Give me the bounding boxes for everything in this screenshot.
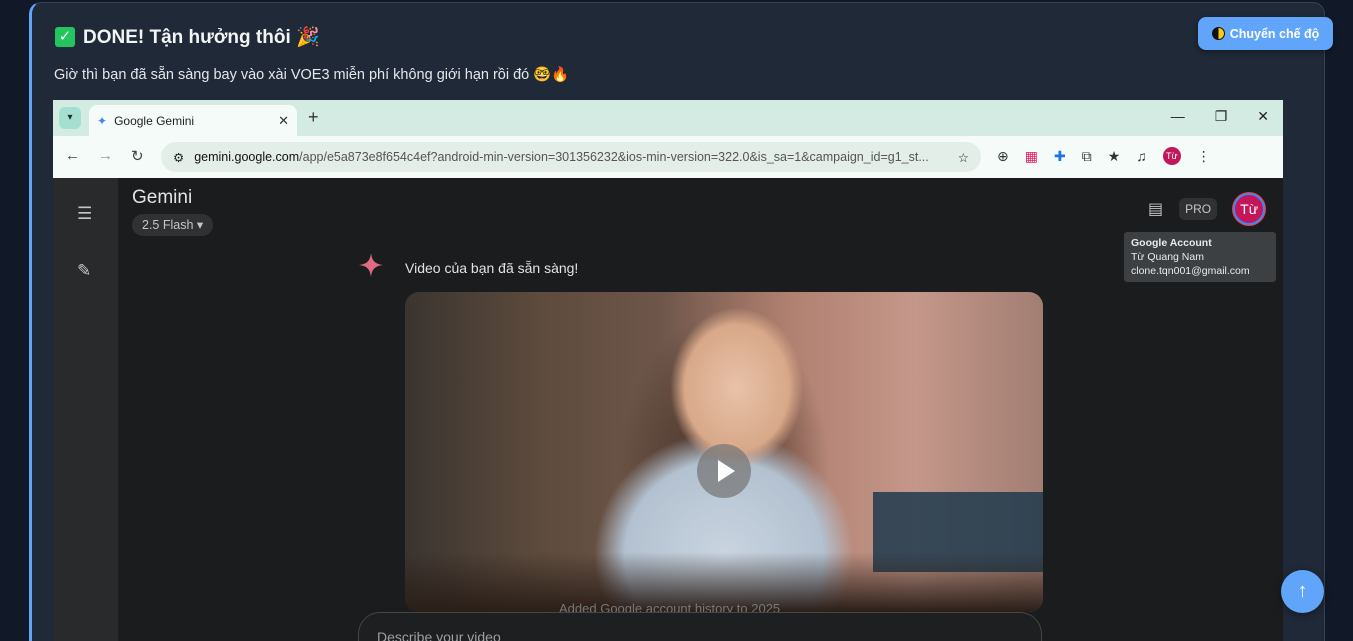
site-settings-icon[interactable]: ⚙ [173, 150, 184, 165]
pro-badge[interactable]: PRO [1179, 198, 1218, 220]
window-controls: — ❐ ✕ [1171, 108, 1269, 125]
forward-icon[interactable]: → [98, 147, 113, 164]
extension-icon[interactable]: ▦ [1025, 148, 1038, 165]
heading-text: DONE! Tận hưởng thôi 🎉 [83, 27, 320, 48]
url-text: gemini.google.com/app/e5a873e8f654c4ef?a… [194, 150, 929, 164]
new-chat-icon[interactable]: ✎ [77, 261, 91, 281]
gemini-top-actions: ▤ PRO Từ [1148, 193, 1266, 225]
browser-tab[interactable]: ✦ Google Gemini ✕ [89, 105, 297, 136]
puzzle-extension-icon[interactable]: ✚ [1054, 148, 1066, 165]
browser-screenshot: ▾ ✦ Google Gemini ✕ + — ❐ ✕ ← → ↻ ⚙ gemi… [53, 100, 1283, 641]
toggle-mode-button[interactable]: Chuyển chế độ [1198, 17, 1333, 50]
response-text: Video của bạn đã sẵn sàng! [405, 260, 579, 276]
gemini-spark-icon [359, 253, 383, 277]
play-icon [718, 460, 735, 482]
menu-more-icon[interactable]: ⋮ [1197, 148, 1211, 165]
reading-list-icon[interactable]: ★ [1108, 148, 1121, 165]
scroll-to-top-button[interactable]: ↑ [1281, 570, 1324, 613]
archive-icon[interactable]: ▤ [1148, 199, 1163, 219]
browser-tab-bar: ▾ ✦ Google Gemini ✕ + — ❐ ✕ [53, 100, 1283, 136]
video-caption: Added Google account history to 2025 [559, 601, 781, 612]
gemini-sidebar: ☰ ✎ [53, 178, 118, 641]
tooltip-title: Google Account [1131, 237, 1212, 249]
check-icon: ✓ [55, 27, 75, 47]
new-tab-icon[interactable]: + [308, 107, 319, 128]
account-tooltip: Google Account Từ Quang Nam clone.tqn001… [1124, 232, 1276, 282]
reload-icon[interactable]: ↻ [131, 147, 144, 165]
account-avatar[interactable]: Từ [1233, 193, 1266, 225]
gemini-favicon-icon: ✦ [97, 113, 108, 128]
prompt-input[interactable]: Describe your video [358, 612, 1042, 641]
intro-text: Giờ thì bạn đã sẵn sàng bay vào xài VOE3… [54, 67, 570, 83]
page-heading: ✓ DONE! Tận hưởng thôi 🎉 [55, 25, 320, 49]
restore-icon[interactable]: ❐ [1215, 108, 1228, 125]
close-window-icon[interactable]: ✕ [1257, 108, 1269, 125]
tab-search-icon[interactable]: ▾ [59, 107, 81, 129]
contrast-icon [1211, 27, 1225, 40]
tab-title: Google Gemini [114, 113, 195, 128]
hamburger-menu-icon[interactable]: ☰ [77, 204, 92, 224]
tooltip-email: clone.tqn001@gmail.com [1131, 265, 1250, 277]
model-selector[interactable]: 2.5 Flash ▾ [132, 214, 214, 236]
bookmark-star-icon[interactable]: ☆ [958, 150, 969, 165]
extensions-row: ⊕ ▦ ✚ ⧉ ★ ♫ Từ ⋮ [997, 147, 1211, 165]
tooltip-name: Từ Quang Nam [1131, 251, 1204, 263]
gemini-title: Gemini [132, 187, 193, 208]
close-tab-icon[interactable]: ✕ [278, 113, 289, 129]
play-button[interactable] [697, 444, 751, 498]
minimize-icon[interactable]: — [1171, 108, 1185, 125]
media-icon[interactable]: ♫ [1136, 148, 1147, 164]
mode-button-label: Chuyển chế độ [1229, 26, 1320, 41]
video-player[interactable]: Added Google account history to 2025 [405, 292, 1043, 612]
profile-avatar[interactable]: Từ [1162, 147, 1181, 165]
download-icon[interactable]: ⊕ [997, 148, 1009, 165]
extensions-icon[interactable]: ⧉ [1082, 148, 1092, 165]
back-icon[interactable]: ← [65, 147, 80, 164]
address-bar-row: ← → ↻ ⚙ gemini.google.com/app/e5a873e8f6… [53, 136, 1283, 178]
url-bar[interactable]: ⚙ gemini.google.com/app/e5a873e8f654c4ef… [161, 142, 981, 172]
